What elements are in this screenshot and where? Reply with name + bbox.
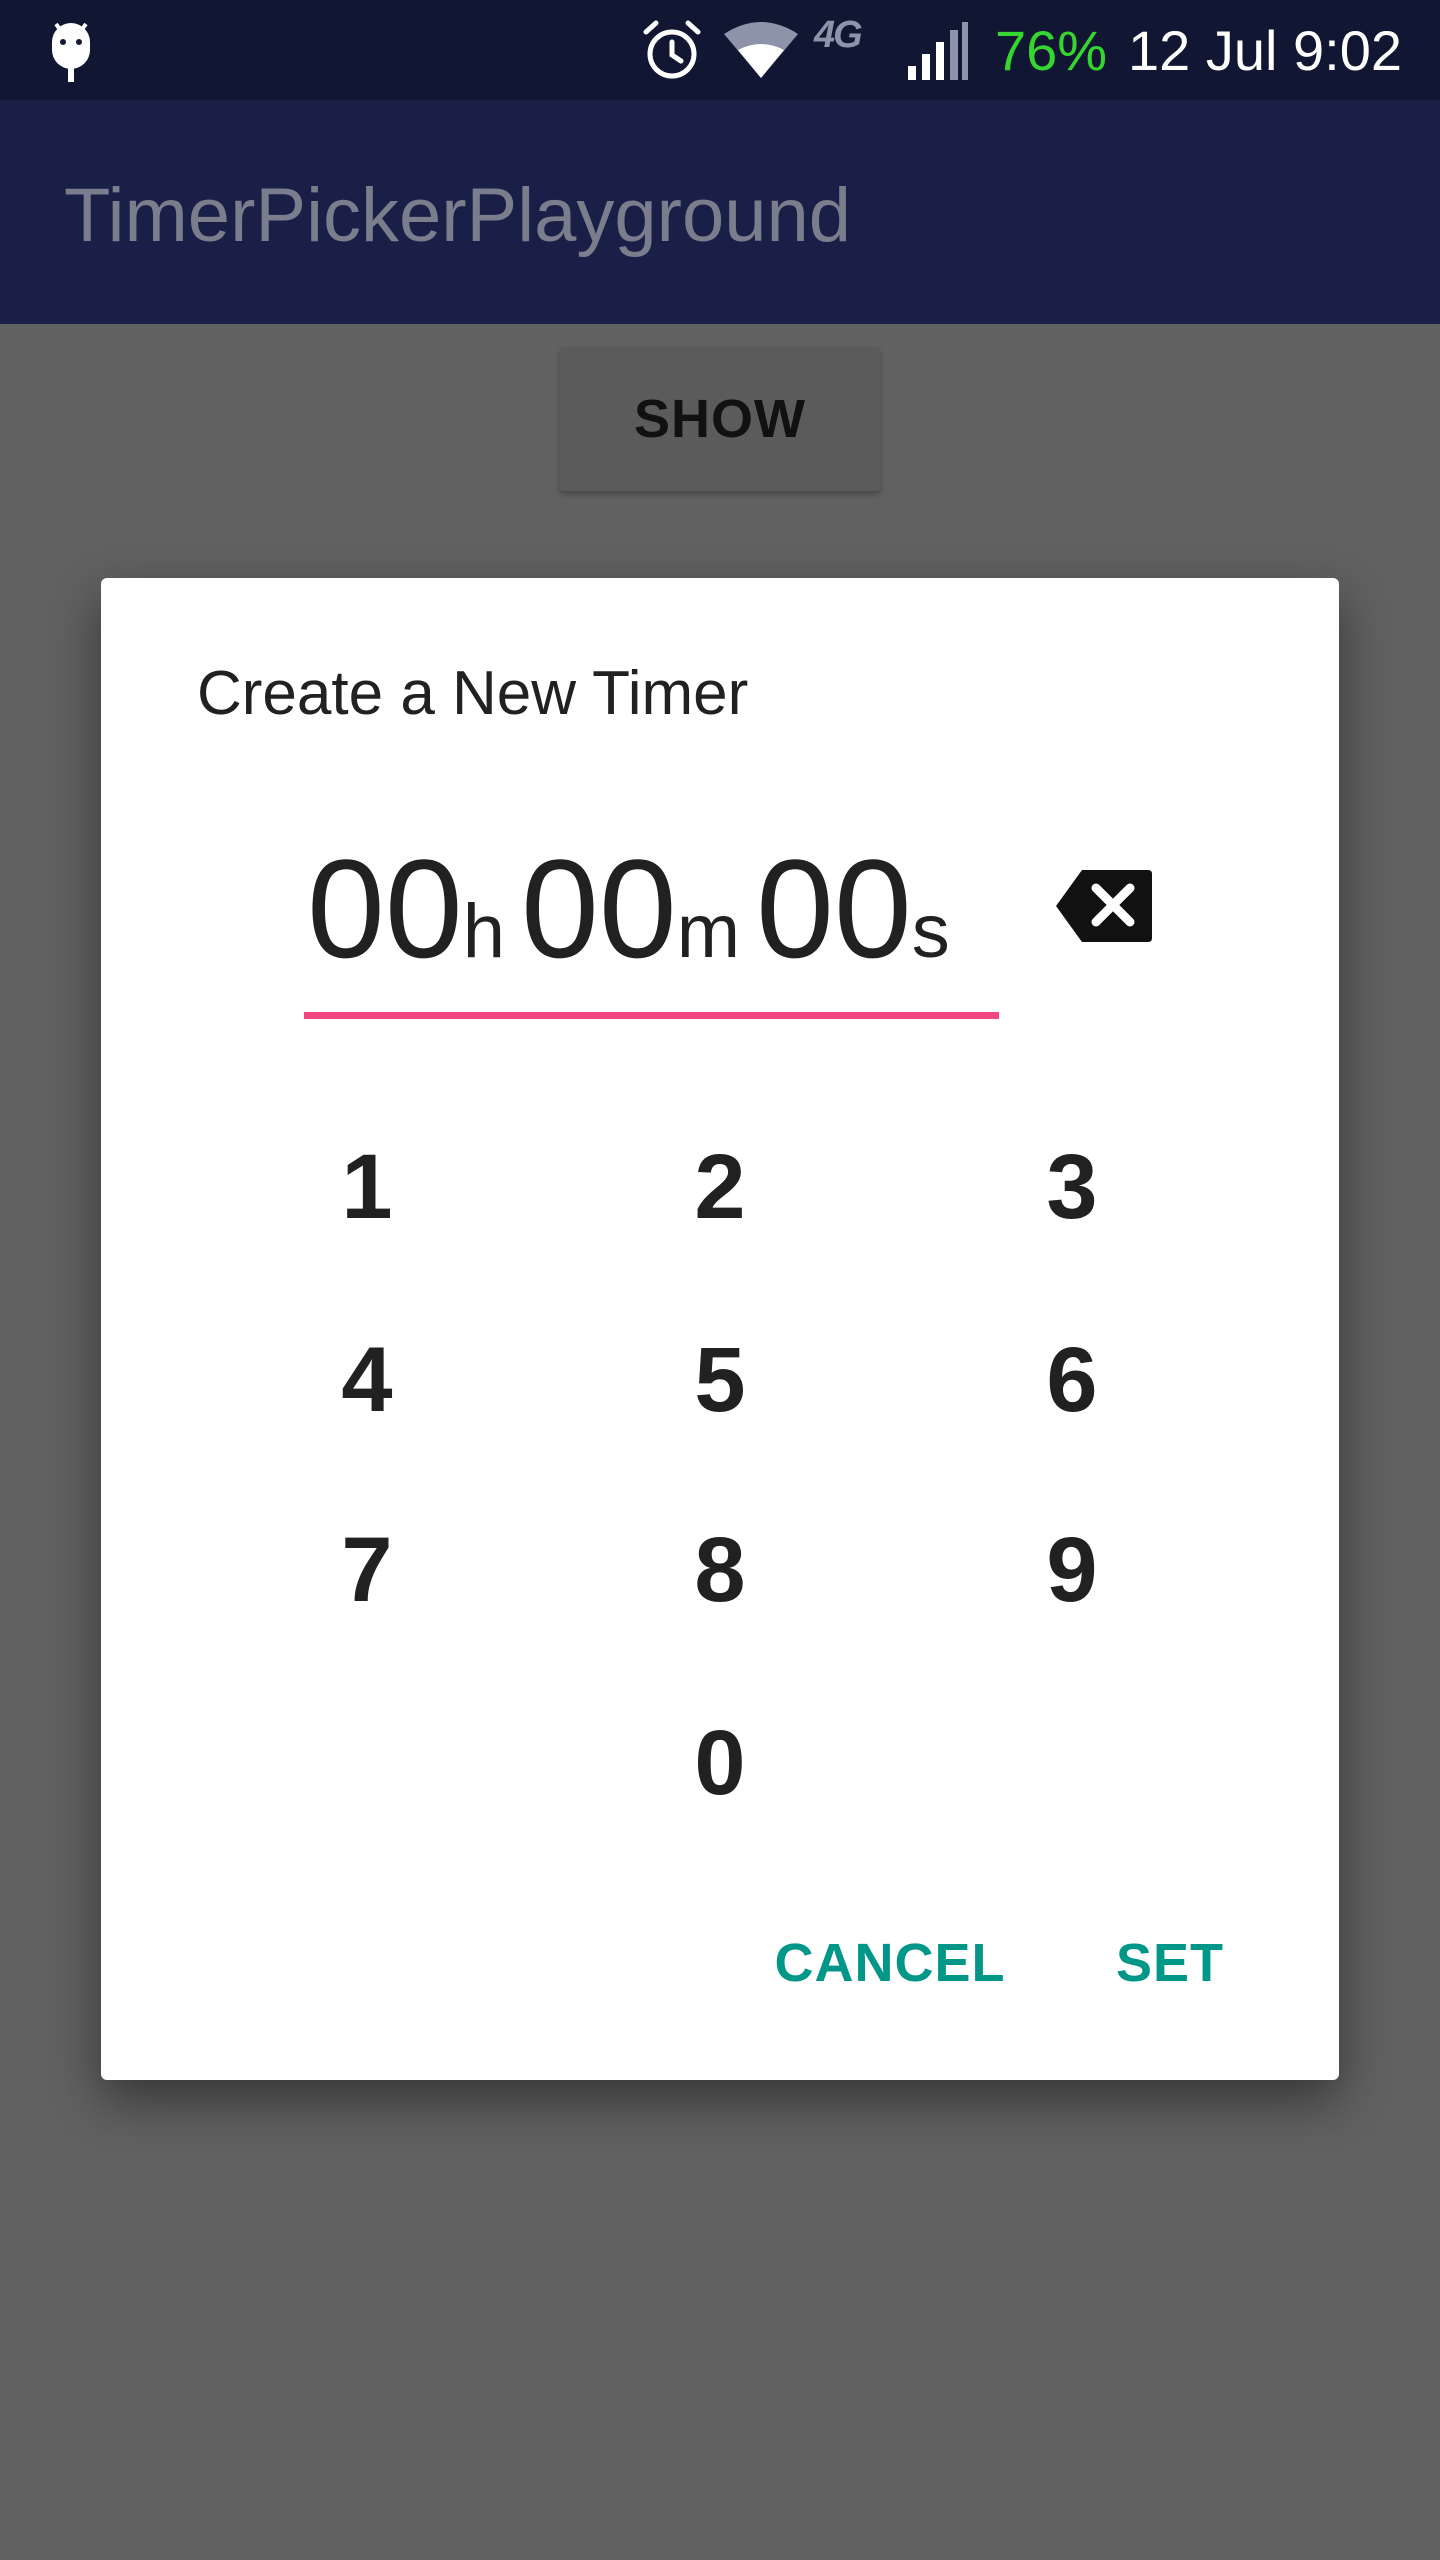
alarm-icon xyxy=(640,18,704,87)
keypad-key-3[interactable]: 3 xyxy=(972,1112,1172,1262)
network-type-label: 4G xyxy=(814,14,863,56)
timer-dialog: Create a New Timer 00h 00m 00s 1 2 3 4 5 6… xyxy=(101,578,1339,2080)
keypad-key-7[interactable]: 7 xyxy=(267,1495,467,1645)
battery-percentage: 76% xyxy=(995,19,1108,82)
status-bar: 4G 76% 12 Jul 9:02 xyxy=(0,0,1440,100)
minutes-unit: m xyxy=(676,889,741,974)
timer-display: 00h 00m 00s xyxy=(307,839,1001,979)
show-button[interactable]: SHOW xyxy=(560,347,880,491)
seconds-value: 00 xyxy=(756,830,912,987)
android-debug-icon xyxy=(48,20,94,87)
set-button[interactable]: SET xyxy=(1087,1908,1253,2018)
cell-signal-icon xyxy=(906,20,970,85)
cancel-button[interactable]: CANCEL xyxy=(755,1908,1025,2018)
app-bar: TimerPickerPlayground xyxy=(0,100,1440,324)
timer-underline xyxy=(304,1012,999,1019)
keypad-key-5[interactable]: 5 xyxy=(620,1305,820,1455)
keypad-key-9[interactable]: 9 xyxy=(972,1495,1172,1645)
wifi-icon xyxy=(724,20,798,83)
seconds-unit: s xyxy=(911,889,950,974)
app-title: TimerPickerPlayground xyxy=(64,173,852,258)
backspace-icon[interactable] xyxy=(1054,868,1154,944)
hours-value: 00 xyxy=(307,830,463,987)
hours-unit: h xyxy=(462,889,506,974)
keypad-key-6[interactable]: 6 xyxy=(972,1305,1172,1455)
minutes-value: 00 xyxy=(521,830,677,987)
status-clock: 12 Jul 9:02 xyxy=(1128,19,1402,82)
keypad-key-8[interactable]: 8 xyxy=(620,1495,820,1645)
keypad-key-4[interactable]: 4 xyxy=(267,1305,467,1455)
keypad-key-2[interactable]: 2 xyxy=(620,1112,820,1262)
dialog-title: Create a New Timer xyxy=(197,659,749,728)
keypad-key-1[interactable]: 1 xyxy=(267,1112,467,1262)
keypad-key-0[interactable]: 0 xyxy=(620,1688,820,1838)
